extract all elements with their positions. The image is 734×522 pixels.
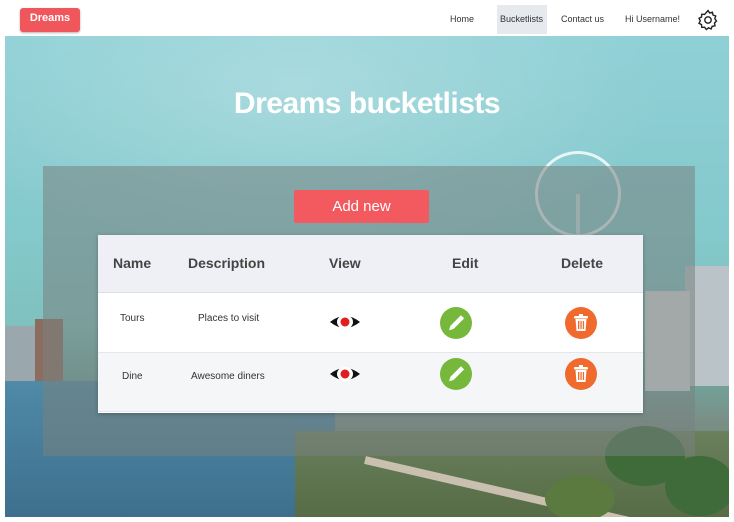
nav-bucketlists-link[interactable]: Bucketlists	[497, 5, 547, 34]
row-name: Tours	[120, 313, 145, 324]
edit-button[interactable]	[440, 307, 472, 339]
column-header-view: View	[329, 255, 361, 271]
page-title: Dreams bucketlists	[233, 87, 501, 120]
add-new-button[interactable]: Add new	[294, 190, 429, 223]
row-name: Dine	[122, 371, 143, 382]
trash-icon	[574, 365, 588, 382]
user-menu-link[interactable]: Hi Username!	[622, 5, 683, 34]
building	[5, 326, 35, 386]
column-header-edit: Edit	[452, 255, 479, 271]
delete-button[interactable]	[565, 307, 597, 339]
trash-icon	[574, 314, 588, 331]
nav-contact-link[interactable]: Contact us	[558, 5, 607, 34]
table-row: Dine Awesome diners	[98, 353, 643, 412]
delete-button[interactable]	[565, 358, 597, 390]
row-description: Awesome diners	[191, 371, 265, 382]
eye-icon[interactable]	[329, 364, 361, 384]
edit-button[interactable]	[440, 358, 472, 390]
column-header-description: Description	[188, 255, 266, 271]
eye-icon[interactable]	[329, 312, 361, 332]
table-header: Name Description View Edit Delete	[98, 235, 643, 293]
tree	[665, 456, 729, 516]
brand-button[interactable]: Dreams	[20, 8, 80, 32]
gear-icon[interactable]	[696, 8, 720, 32]
tree	[545, 476, 615, 517]
pencil-icon	[449, 315, 465, 331]
app-window: Dreams Home Bucketlists Contact us Hi Us…	[5, 5, 729, 517]
row-description: Places to visit	[198, 313, 260, 324]
column-header-name: Name	[113, 255, 152, 271]
navbar: Dreams Home Bucketlists Contact us Hi Us…	[5, 5, 729, 36]
nav-home-link[interactable]: Home	[447, 5, 477, 34]
pencil-icon	[449, 366, 465, 382]
bucketlists-table: Name Description View Edit Delete Tours …	[98, 235, 643, 413]
column-header-delete: Delete	[561, 255, 604, 271]
table-row: Tours Places to visit	[98, 294, 643, 353]
